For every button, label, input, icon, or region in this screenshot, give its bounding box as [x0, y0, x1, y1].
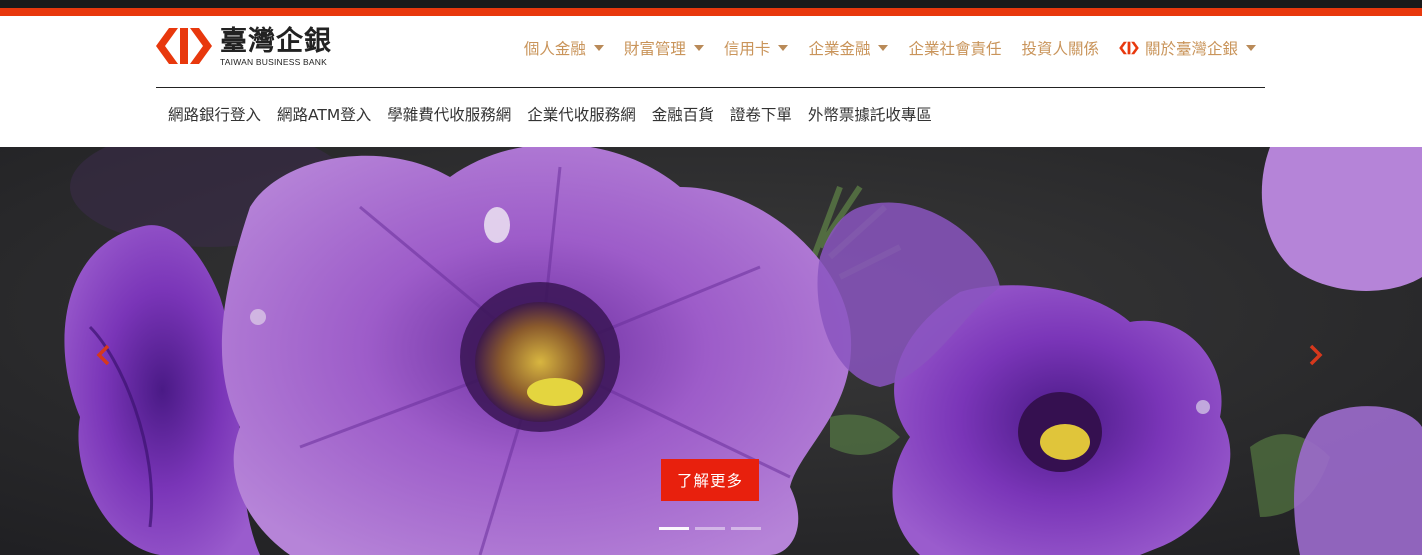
quick-link-foreign-cheque[interactable]: 外幣票據託收專區	[808, 103, 932, 125]
learn-more-button[interactable]: 了解更多	[661, 459, 759, 501]
tbb-logo-icon	[156, 28, 212, 64]
nav-item-wealth-management[interactable]: 財富管理	[624, 37, 704, 59]
nav-item-label: 企業金融	[808, 40, 871, 58]
site-header: 臺灣企銀 TAIWAN BUSINESS BANK 個人金融 財富管理 信用卡 …	[0, 16, 1422, 147]
nav-item-csr[interactable]: 企業社會責任	[908, 37, 1001, 59]
carousel-indicator-3[interactable]	[731, 527, 761, 530]
quick-links-nav: 網路銀行登入 網路ATM登入 學雜費代收服務網 企業代收服務網 金融百貨 證卷下…	[168, 103, 948, 125]
hero-carousel: 了解更多	[0, 147, 1422, 555]
quick-link-corporate-collection[interactable]: 企業代收服務網	[527, 103, 636, 125]
bank-logo[interactable]: 臺灣企銀 TAIWAN BUSINESS BANK	[156, 26, 356, 70]
quick-link-securities-order[interactable]: 證卷下單	[730, 103, 792, 125]
main-navigation: 個人金融 財富管理 信用卡 企業金融 企業社會責任 投資人關係 關於臺灣企銀	[504, 37, 1256, 59]
nav-item-investor-relations[interactable]: 投資人關係	[1021, 37, 1099, 59]
caret-down-icon	[1246, 45, 1256, 51]
nav-item-credit-card[interactable]: 信用卡	[724, 37, 789, 59]
top-bar-red-stripe	[0, 8, 1422, 16]
header-divider	[156, 87, 1265, 88]
chevron-right-icon[interactable]	[1303, 343, 1327, 367]
nav-item-label: 信用卡	[723, 40, 771, 58]
nav-item-corporate-banking[interactable]: 企業金融	[808, 37, 889, 59]
carousel-indicator-2[interactable]	[695, 527, 725, 530]
tbb-logo-icon	[1119, 41, 1139, 55]
caret-down-icon	[778, 45, 789, 51]
bank-name-chinese: 臺灣企銀	[220, 26, 332, 57]
caret-down-icon	[593, 45, 604, 51]
nav-item-label: 投資人關係	[1021, 40, 1099, 58]
nav-item-label: 關於臺灣企銀	[1144, 40, 1238, 58]
caret-down-icon	[878, 45, 889, 51]
carousel-indicator-1[interactable]	[659, 527, 689, 530]
quick-link-web-atm[interactable]: 網路ATM登入	[277, 103, 371, 125]
nav-item-personal-banking[interactable]: 個人金融	[524, 37, 604, 59]
nav-item-label: 個人金融	[523, 40, 586, 58]
chevron-left-icon[interactable]	[92, 343, 116, 367]
nav-item-label: 財富管理	[623, 40, 686, 58]
top-accent-bar	[0, 0, 1422, 16]
nav-item-about[interactable]: 關於臺灣企銀	[1119, 37, 1256, 59]
nav-item-label: 企業社會責任	[908, 40, 1002, 58]
top-bar-black-stripe	[0, 0, 1422, 8]
quick-link-financial-store[interactable]: 金融百貨	[652, 103, 714, 125]
caret-down-icon	[693, 45, 704, 51]
carousel-indicators	[659, 527, 767, 530]
quick-link-online-banking[interactable]: 網路銀行登入	[168, 103, 261, 125]
quick-link-tuition-collection[interactable]: 學雜費代收服務網	[387, 103, 511, 125]
bank-name-english: TAIWAN BUSINESS BANK	[220, 57, 327, 67]
